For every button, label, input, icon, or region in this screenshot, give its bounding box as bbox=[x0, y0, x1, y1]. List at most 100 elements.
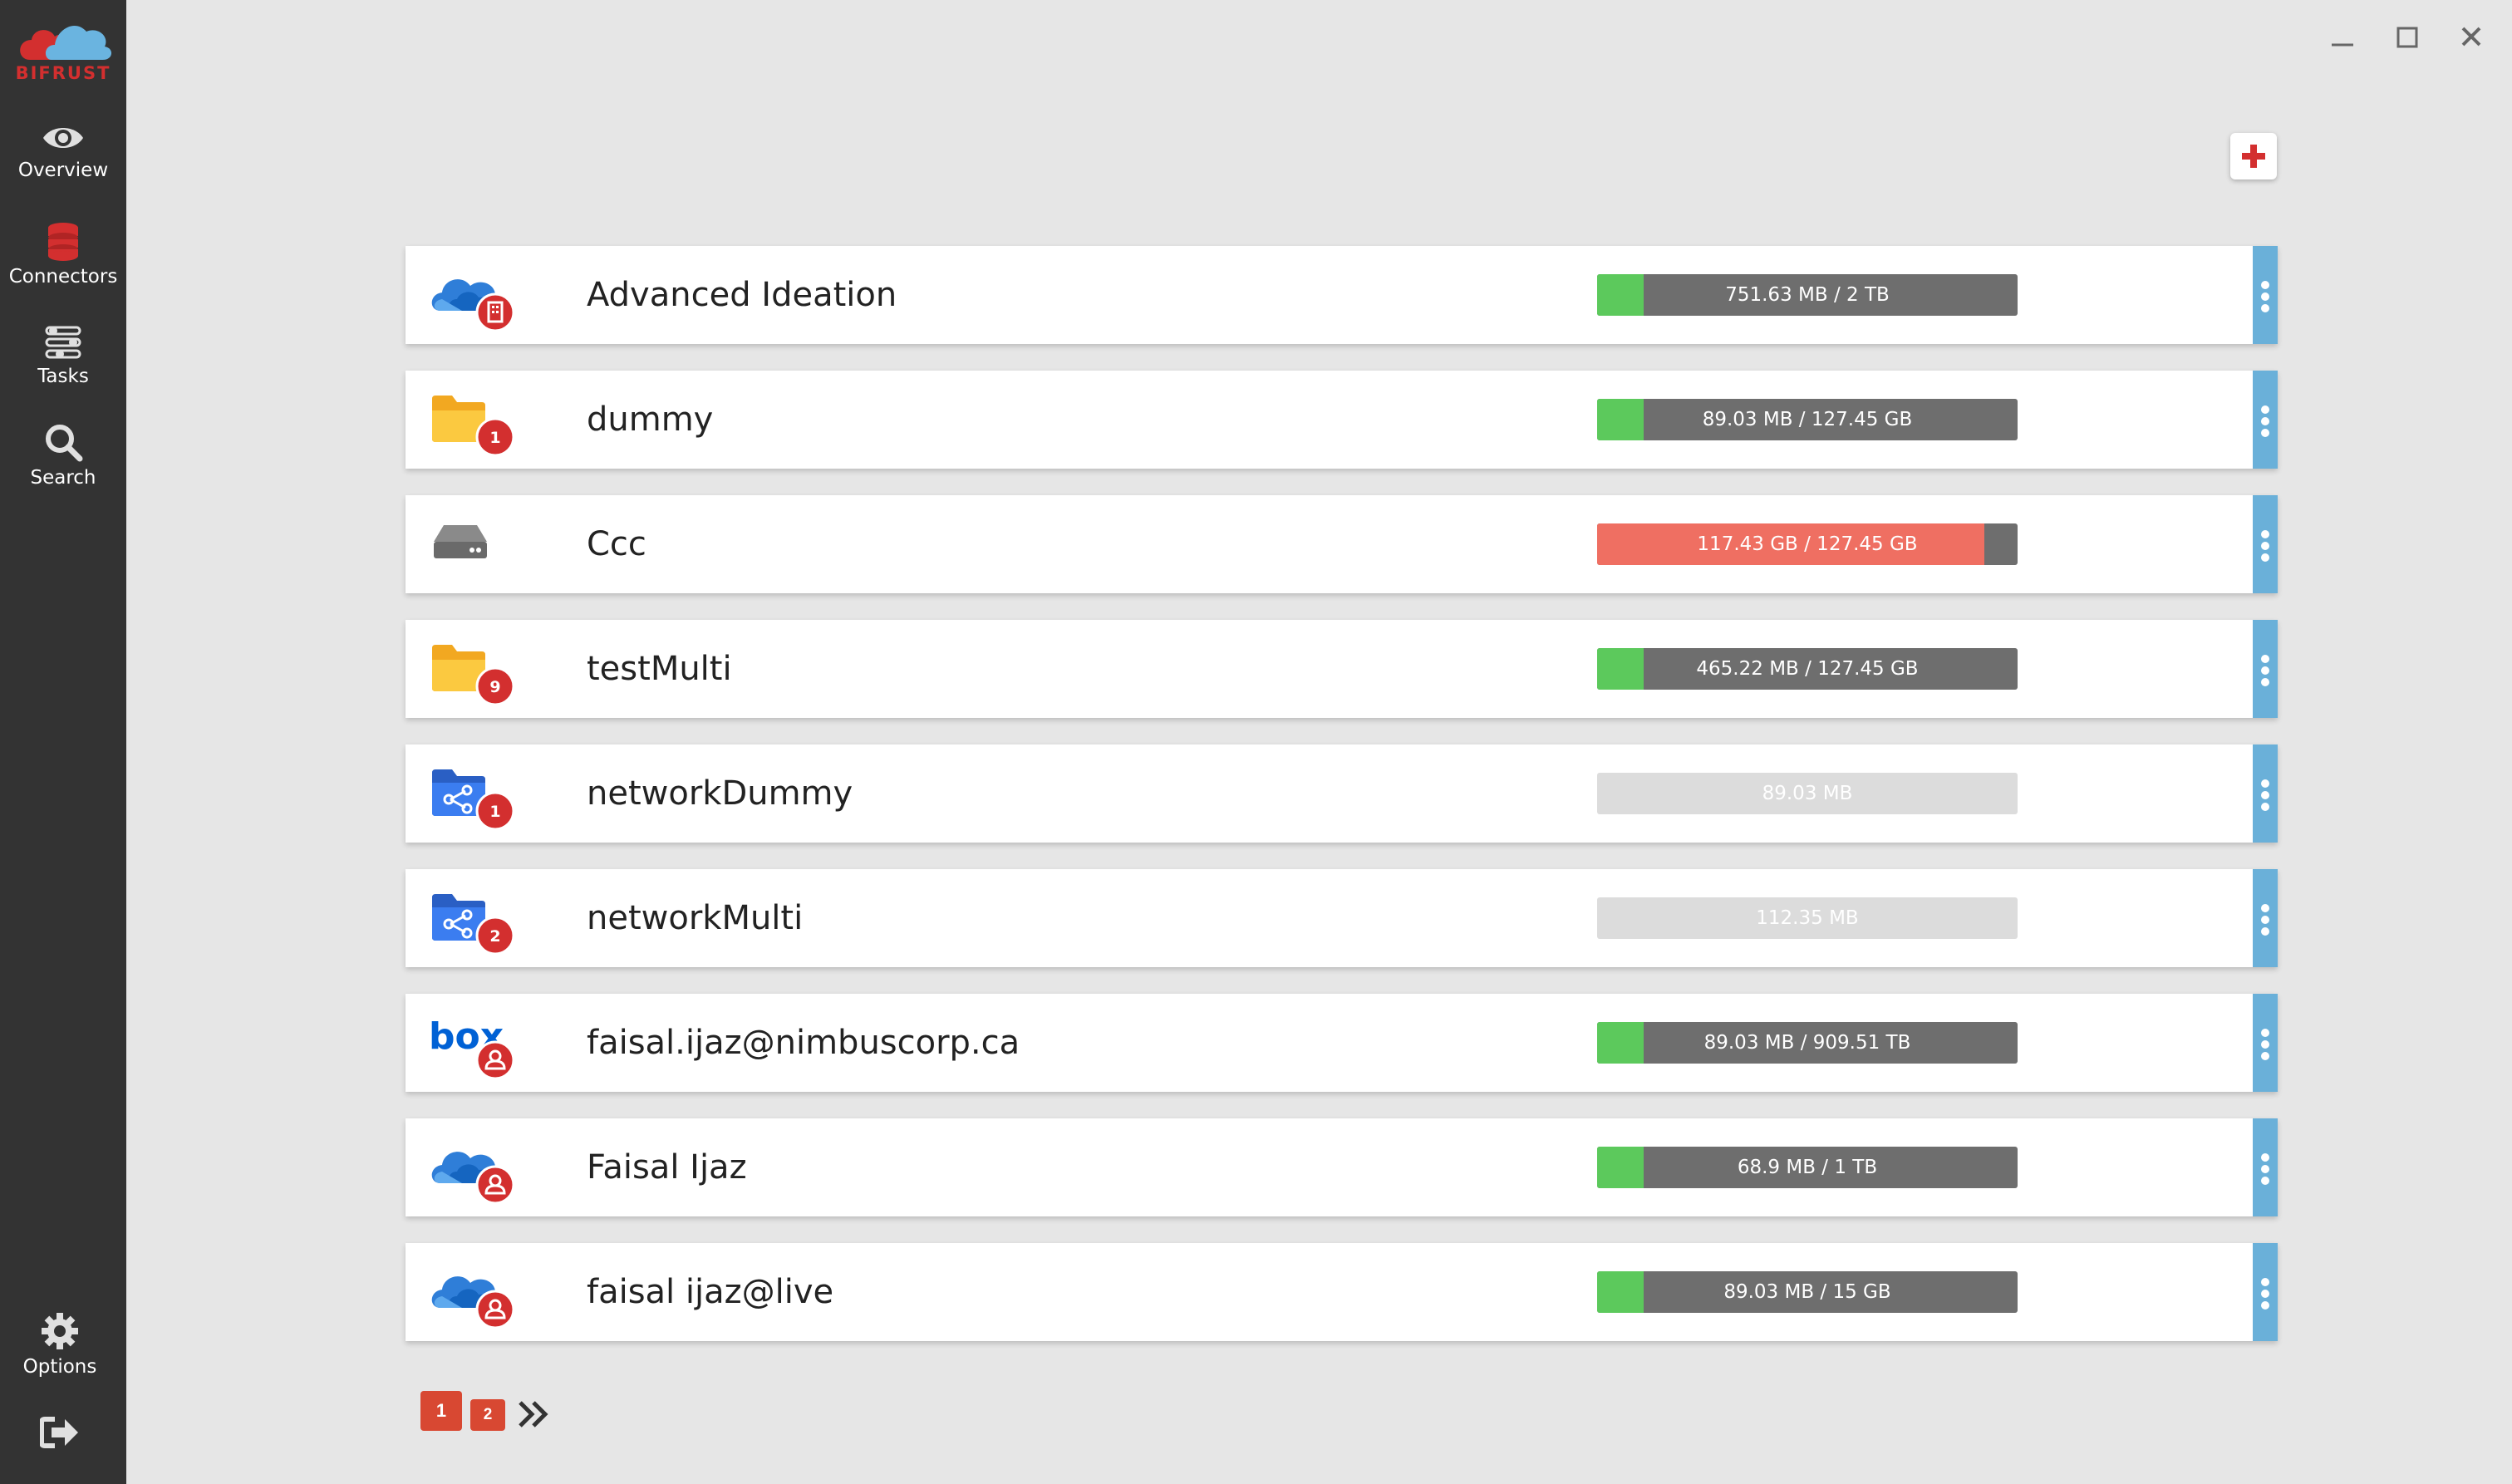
row-menu-button[interactable] bbox=[2253, 744, 2278, 843]
row-menu-button[interactable] bbox=[2253, 620, 2278, 718]
user-badge-icon bbox=[475, 1290, 515, 1329]
kebab-menu-icon bbox=[2261, 1040, 2269, 1049]
building-badge-icon bbox=[475, 292, 515, 332]
connector-row[interactable]: faisal ijaz@live 89.03 MB / 15 GB bbox=[406, 1243, 2278, 1341]
storage-usage-text: 112.35 MB bbox=[1756, 907, 1859, 929]
kebab-menu-icon bbox=[2261, 304, 2269, 312]
kebab-menu-icon bbox=[2261, 1029, 2269, 1037]
kebab-menu-icon bbox=[2261, 678, 2269, 686]
next-page-button[interactable] bbox=[515, 1398, 552, 1431]
sidebar-item-overview[interactable]: Overview bbox=[0, 121, 126, 181]
count-badge: 1 bbox=[475, 791, 515, 831]
connector-row[interactable]: 9 testMulti 465.22 MB / 127.45 GB bbox=[406, 620, 2278, 718]
sidebar-item-tasks[interactable]: Tasks bbox=[0, 322, 126, 387]
page-2-button[interactable]: 2 bbox=[470, 1399, 505, 1431]
kebab-menu-icon bbox=[2261, 1301, 2269, 1310]
connector-row[interactable]: 1 dummy 89.03 MB / 127.45 GB bbox=[406, 371, 2278, 469]
connector-name: testMulti bbox=[587, 650, 732, 688]
minimize-button[interactable] bbox=[2322, 18, 2363, 60]
connector-name: networkDummy bbox=[587, 774, 853, 813]
kebab-menu-icon bbox=[2261, 1153, 2269, 1162]
maximize-button[interactable] bbox=[2387, 18, 2428, 60]
storage-usage-text: 89.03 MB / 909.51 TB bbox=[1703, 1032, 1911, 1054]
sidebar: BIFRUST Overview Connectors Tasks Search… bbox=[0, 0, 126, 1484]
kebab-menu-icon bbox=[2261, 1278, 2269, 1286]
connector-row[interactable]: box faisal.ijaz@nimbuscorp.ca 89.03 MB / 9… bbox=[406, 994, 2278, 1092]
sidebar-item-label: Search bbox=[30, 467, 96, 489]
connector-icon bbox=[429, 268, 515, 334]
row-menu-button[interactable] bbox=[2253, 1243, 2278, 1341]
connector-row[interactable]: Ccc 117.43 GB / 127.45 GB bbox=[406, 495, 2278, 593]
storage-usage-bar: 89.03 MB / 127.45 GB bbox=[1597, 399, 2018, 440]
row-menu-button[interactable] bbox=[2253, 246, 2278, 344]
badge-count: 1 bbox=[489, 803, 500, 821]
connector-name: faisal.ijaz@nimbuscorp.ca bbox=[587, 1024, 1020, 1062]
page-1-button[interactable]: 1 bbox=[420, 1391, 462, 1431]
double-chevron-right-icon bbox=[519, 1401, 548, 1427]
connector-icon: 2 bbox=[429, 891, 515, 957]
add-connector-button[interactable] bbox=[2230, 133, 2277, 179]
kebab-menu-icon bbox=[2261, 791, 2269, 799]
connector-row[interactable]: 1 networkDummy 89.03 MB bbox=[406, 744, 2278, 843]
logo-cloud-icon bbox=[20, 25, 112, 60]
plus-icon bbox=[2242, 145, 2265, 168]
connector-row[interactable]: Faisal Ijaz 68.9 MB / 1 TB bbox=[406, 1118, 2278, 1216]
page-number: 2 bbox=[483, 1406, 493, 1423]
storage-usage-text: 465.22 MB / 127.45 GB bbox=[1696, 658, 1919, 680]
row-menu-button[interactable] bbox=[2253, 371, 2278, 469]
tasks-icon bbox=[45, 326, 81, 359]
storage-usage-bar: 117.43 GB / 127.45 GB bbox=[1597, 523, 2018, 565]
gear-icon bbox=[42, 1313, 78, 1349]
kebab-menu-icon bbox=[2261, 281, 2269, 289]
storage-usage-text: 68.9 MB / 1 TB bbox=[1737, 1157, 1878, 1178]
logo-text: BIFRUST bbox=[15, 63, 111, 83]
connector-name: faisal ijaz@live bbox=[587, 1273, 834, 1311]
row-menu-button[interactable] bbox=[2253, 495, 2278, 593]
connector-icon: 1 bbox=[429, 766, 515, 833]
kebab-menu-icon bbox=[2261, 655, 2269, 663]
logout-button[interactable] bbox=[0, 1416, 123, 1449]
kebab-menu-icon bbox=[2261, 1052, 2269, 1060]
eye-icon bbox=[43, 128, 83, 148]
storage-usage-text: 751.63 MB / 2 TB bbox=[1725, 284, 1890, 306]
sidebar-item-label: Options bbox=[22, 1356, 97, 1378]
sidebar-item-label: Tasks bbox=[37, 366, 89, 387]
connector-icon: 1 bbox=[429, 392, 515, 459]
hard-drive-icon bbox=[434, 525, 487, 558]
count-badge: 1 bbox=[475, 417, 515, 457]
user-badge-icon bbox=[475, 1040, 515, 1080]
storage-usage-bar: 68.9 MB / 1 TB bbox=[1597, 1147, 2018, 1188]
sidebar-item-label: Overview bbox=[17, 160, 109, 181]
sidebar-item-connectors[interactable]: Connectors bbox=[0, 221, 126, 287]
storage-usage-bar: 112.35 MB bbox=[1597, 897, 2018, 939]
database-icon bbox=[48, 223, 78, 261]
storage-usage-bar: 89.03 MB / 15 GB bbox=[1597, 1271, 2018, 1313]
storage-usage-text: 89.03 MB / 127.45 GB bbox=[1702, 409, 1913, 430]
row-menu-button[interactable] bbox=[2253, 869, 2278, 967]
connector-icon: 9 bbox=[429, 641, 515, 708]
badge-count: 2 bbox=[489, 927, 500, 946]
close-button[interactable] bbox=[2451, 18, 2493, 60]
kebab-menu-icon bbox=[2261, 429, 2269, 437]
row-menu-button[interactable] bbox=[2253, 994, 2278, 1092]
kebab-menu-icon bbox=[2261, 1165, 2269, 1173]
maximize-icon bbox=[2396, 27, 2418, 48]
count-badge: 9 bbox=[475, 666, 515, 706]
connector-row[interactable]: 2 networkMulti 112.35 MB bbox=[406, 869, 2278, 967]
storage-usage-text: 117.43 GB / 127.45 GB bbox=[1697, 533, 1918, 555]
connector-icon bbox=[429, 1265, 515, 1331]
kebab-menu-icon bbox=[2261, 666, 2269, 675]
connector-icon: box bbox=[429, 1015, 515, 1082]
app-logo[interactable]: BIFRUST bbox=[13, 12, 113, 85]
kebab-menu-icon bbox=[2261, 405, 2269, 414]
kebab-menu-icon bbox=[2261, 553, 2269, 562]
connector-row[interactable]: Advanced Ideation 751.63 MB / 2 TB bbox=[406, 246, 2278, 344]
storage-usage-text: 89.03 MB / 15 GB bbox=[1723, 1281, 1891, 1303]
connector-icon bbox=[429, 517, 512, 583]
row-menu-button[interactable] bbox=[2253, 1118, 2278, 1216]
user-badge-icon bbox=[475, 1165, 515, 1205]
sidebar-item-options[interactable]: Options bbox=[0, 1311, 123, 1378]
kebab-menu-icon bbox=[2261, 927, 2269, 936]
sidebar-item-search[interactable]: Search bbox=[0, 422, 126, 489]
kebab-menu-icon bbox=[2261, 803, 2269, 811]
